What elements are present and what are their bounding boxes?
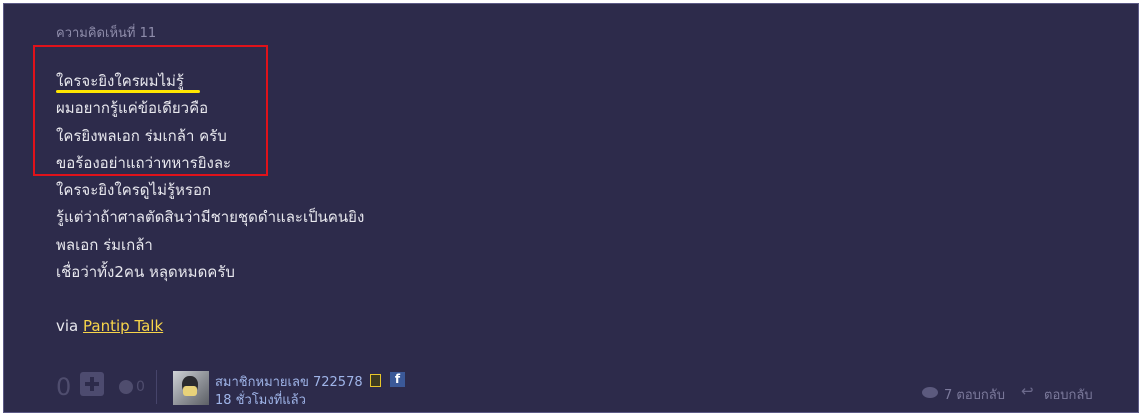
replies-icon[interactable] [922, 387, 938, 398]
reply-button[interactable]: ตอบกลับ [1044, 384, 1093, 405]
comment-body: ใครจะยิงใครผมไม่รู้ ผมอยากรู้แค่ข้อเดียว… [56, 68, 364, 286]
emotion-icon[interactable] [119, 380, 133, 394]
member-badge-icon[interactable] [370, 374, 381, 387]
comment-line: พลเอก ร่มเกล้า [56, 235, 153, 254]
comment-footer: 0 0 สมาชิกหมายเลข 722578 f 18 ชั่วโมงที่… [56, 368, 1138, 408]
divider [156, 370, 157, 404]
replies-count-link[interactable]: 7 ตอบกลับ [944, 384, 1005, 405]
comment-line: รู้แต่ว่าถ้าศาลตัดสินว่ามีชายชุดดำและเป็… [56, 208, 365, 227]
avatar[interactable] [173, 371, 209, 405]
reply-arrow-icon[interactable]: ↩ [1021, 382, 1034, 400]
highlight-underline [56, 90, 200, 93]
comment-line: ใครยิงพลเอก ร่มเกล้า ครับ [56, 126, 227, 145]
via-prefix: via [56, 317, 79, 335]
plus-icon[interactable] [80, 372, 104, 396]
comment-line: ใครจะยิงใครดูไม่รู้หรอก [56, 181, 212, 200]
timestamp: 18 ชั่วโมงที่แล้ว [215, 393, 306, 408]
vote-count: 0 [56, 373, 72, 401]
facebook-icon[interactable]: f [390, 372, 405, 387]
avatar-mask [183, 386, 197, 396]
comment-number: ความคิดเห็นที่ 11 [56, 26, 157, 41]
via-link[interactable]: Pantip Talk [83, 317, 163, 335]
comment-line: ผมอยากรู้แค่ข้อเดียวคือ [56, 99, 209, 118]
comment-line: ขอร้องอย่าแถว่าทหารยิงละ [56, 153, 232, 172]
comment-line: เชื่อว่าทั้ง2คน หลุดหมดครับ [56, 263, 235, 282]
emotion-count: 0 [136, 379, 145, 395]
via-line: via Pantip Talk [56, 317, 163, 335]
comment-card: ความคิดเห็นที่ 11 ใครจะยิงใครผมไม่รู้ ผม… [3, 3, 1139, 413]
